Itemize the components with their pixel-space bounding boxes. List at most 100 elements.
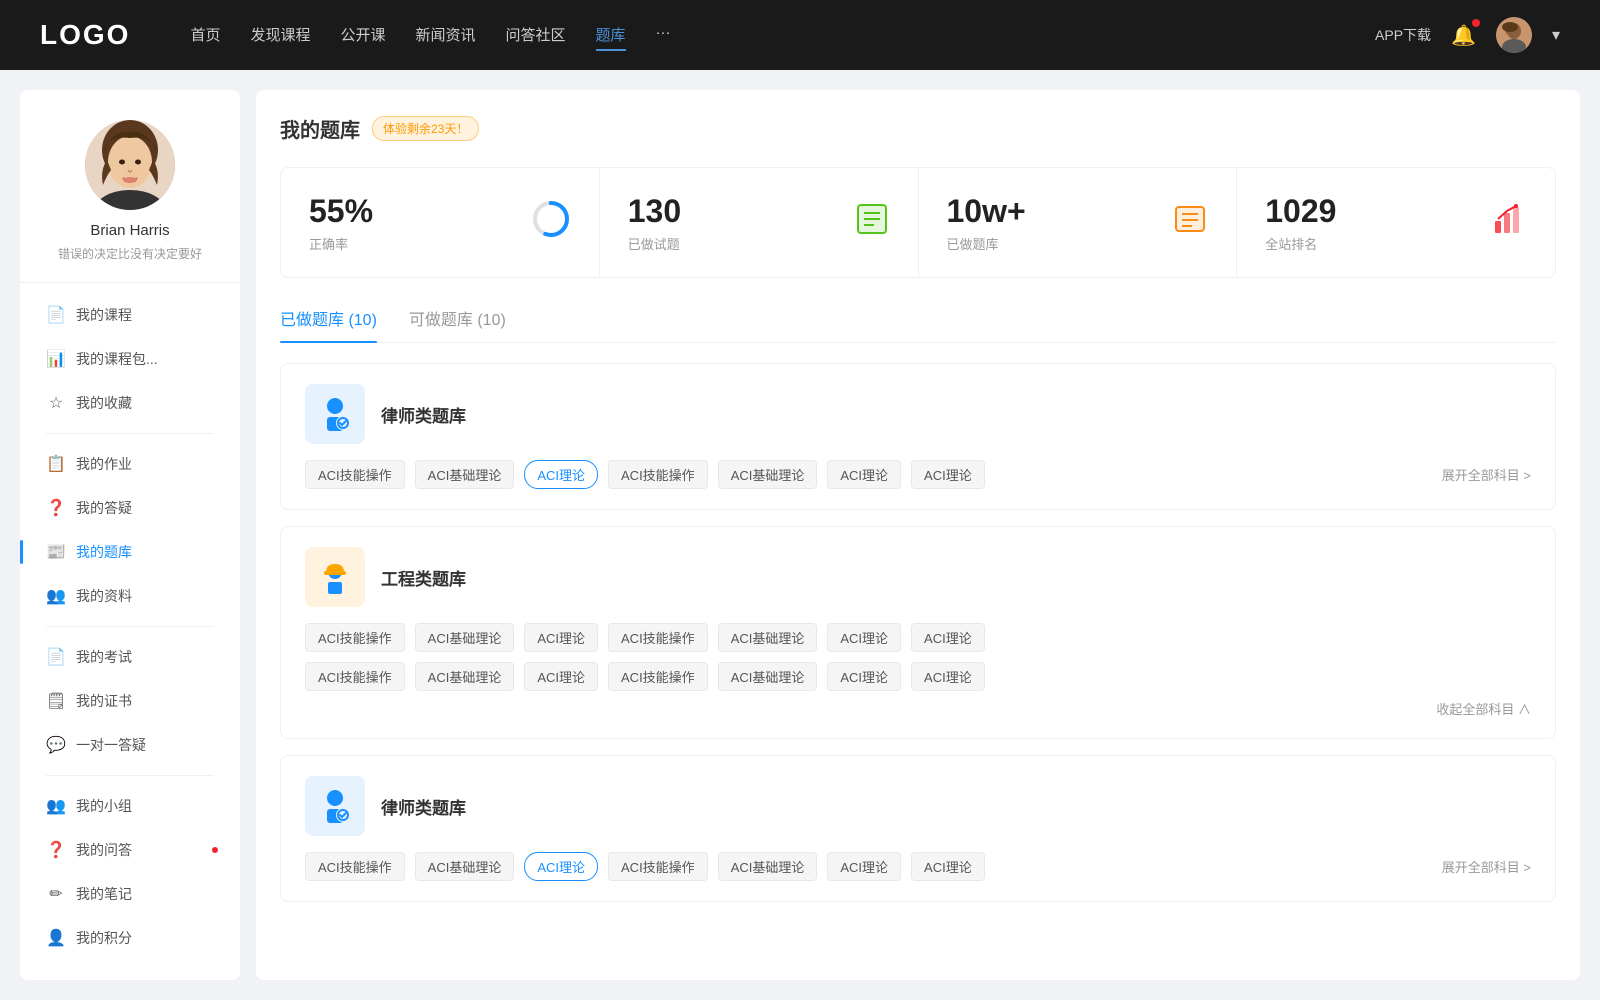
user-motto: 错误的决定比没有决定要好: [58, 245, 202, 262]
bank-header-engineer-1: 工程类题库: [305, 547, 1531, 607]
user-avatar: [85, 120, 175, 210]
tag-eng1-2[interactable]: ACI理论: [524, 623, 598, 652]
nav-news[interactable]: 新闻资讯: [416, 20, 476, 51]
tag-eng1-extra-2[interactable]: ACI理论: [524, 662, 598, 691]
bell-icon: 🔔: [1451, 25, 1476, 47]
sidebar-item-materials[interactable]: 👥 我的资料: [30, 574, 230, 618]
menu-divider-2: [46, 626, 214, 627]
engineer-icon-svg: [314, 556, 356, 598]
tag-lawyer2-5[interactable]: ACI理论: [827, 852, 901, 881]
bank-header-lawyer-2: 律师类题库: [305, 776, 1531, 836]
stat-site-rank: 1029 全站排名: [1237, 168, 1555, 277]
bank-name-lawyer-2: 律师类题库: [381, 794, 466, 819]
tag-lawyer1-1[interactable]: ACI基础理论: [415, 460, 515, 489]
sidebar-item-certificate[interactable]: 🗒 我的证书: [30, 679, 230, 723]
tag-eng1-4[interactable]: ACI基础理论: [718, 623, 818, 652]
tags-row-lawyer-2: ACI技能操作 ACI基础理论 ACI理论 ACI技能操作 ACI基础理论 AC…: [305, 852, 1531, 881]
sidebar-item-my-points[interactable]: 👤 我的积分: [30, 916, 230, 960]
collapse-link-engineer-1[interactable]: 收起全部科目 ∧: [305, 699, 1531, 718]
navbar: LOGO 首页 发现课程 公开课 新闻资讯 问答社区 题库 ··· APP下载 …: [0, 0, 1600, 70]
app-download-link[interactable]: APP下载: [1375, 25, 1431, 45]
expand-link-lawyer-1[interactable]: 展开全部科目 >: [1442, 465, 1531, 484]
user-avatar-nav[interactable]: [1496, 17, 1532, 53]
bank-item-engineer-1: 工程类题库 ACI技能操作 ACI基础理论 ACI理论 ACI技能操作 ACI基…: [280, 526, 1556, 739]
rank-chart-icon: [1491, 201, 1527, 244]
tag-lawyer2-3[interactable]: ACI技能操作: [608, 852, 708, 881]
menu-divider-1: [46, 433, 214, 434]
sidebar-item-one-on-one[interactable]: 💬 一对一答疑: [30, 723, 230, 767]
tag-eng1-6[interactable]: ACI理论: [911, 623, 985, 652]
page-title: 我的题库: [280, 114, 360, 143]
logo[interactable]: LOGO: [40, 19, 130, 51]
tag-lawyer1-5[interactable]: ACI理论: [827, 460, 901, 489]
tag-eng1-1[interactable]: ACI基础理论: [415, 623, 515, 652]
group-icon: 👥: [46, 796, 66, 816]
sidebar-item-question-bank[interactable]: 📰 我的题库: [30, 530, 230, 574]
tag-eng1-5[interactable]: ACI理论: [827, 623, 901, 652]
nav-question-bank[interactable]: 题库: [596, 20, 626, 51]
sidebar-item-my-group[interactable]: 👥 我的小组: [30, 784, 230, 828]
tag-eng1-extra-1[interactable]: ACI基础理论: [415, 662, 515, 691]
stat-done-questions-value: 130: [628, 192, 838, 230]
nav-discover[interactable]: 发现课程: [250, 20, 310, 51]
sidebar-item-exam[interactable]: 📄 我的考试: [30, 635, 230, 679]
qa-notification-dot: [212, 847, 218, 853]
tab-done-banks[interactable]: 已做题库 (10): [280, 306, 377, 342]
tag-lawyer2-6[interactable]: ACI理论: [911, 852, 985, 881]
question-bank-icon: 📰: [46, 542, 66, 562]
my-qa-icon: ❓: [46, 840, 66, 860]
banks-icon: [1172, 201, 1208, 244]
tag-lawyer2-2[interactable]: ACI理论: [524, 852, 598, 881]
sidebar-item-my-course[interactable]: 📄 我的课程: [30, 293, 230, 337]
tag-eng1-extra-6[interactable]: ACI理论: [911, 662, 985, 691]
tag-lawyer1-4[interactable]: ACI基础理论: [718, 460, 818, 489]
tag-lawyer1-3[interactable]: ACI技能操作: [608, 460, 708, 489]
tag-eng1-extra-3[interactable]: ACI技能操作: [608, 662, 708, 691]
tag-eng1-extra-4[interactable]: ACI基础理论: [718, 662, 818, 691]
materials-icon: 👥: [46, 586, 66, 606]
tag-lawyer2-0[interactable]: ACI技能操作: [305, 852, 405, 881]
tag-lawyer1-0[interactable]: ACI技能操作: [305, 460, 405, 489]
expand-link-lawyer-2[interactable]: 展开全部科目 >: [1442, 857, 1531, 876]
bank-item-lawyer-2: 律师类题库 ACI技能操作 ACI基础理论 ACI理论 ACI技能操作 ACI基…: [280, 755, 1556, 902]
notification-badge: [1472, 19, 1480, 27]
tags-row-engineer-1: ACI技能操作 ACI基础理论 ACI理论 ACI技能操作 ACI基础理论 AC…: [305, 623, 1531, 652]
nav-qa[interactable]: 问答社区: [506, 20, 566, 51]
user-dropdown-arrow[interactable]: ▾: [1552, 25, 1560, 45]
tag-eng1-extra-0[interactable]: ACI技能操作: [305, 662, 405, 691]
tag-lawyer2-4[interactable]: ACI基础理论: [718, 852, 818, 881]
stat-done-banks-value: 10w+: [947, 192, 1157, 230]
stat-accuracy: 55% 正确率: [281, 168, 599, 277]
nav-menu: 首页 发现课程 公开课 新闻资讯 问答社区 题库 ···: [190, 20, 1335, 51]
bank-name-lawyer-1: 律师类题库: [381, 402, 466, 427]
sidebar-item-homework[interactable]: 📋 我的作业: [30, 442, 230, 486]
tag-lawyer1-6[interactable]: ACI理论: [911, 460, 985, 489]
tag-lawyer2-1[interactable]: ACI基础理论: [415, 852, 515, 881]
tab-available-banks[interactable]: 可做题库 (10): [409, 306, 506, 342]
course-icon: 📄: [46, 305, 66, 325]
bank-name-engineer-1: 工程类题库: [381, 565, 466, 590]
main-content: 我的题库 体验剩余23天！ 55% 正确率 130: [256, 90, 1580, 980]
bell-button[interactable]: 🔔: [1451, 23, 1476, 48]
nav-home[interactable]: 首页: [190, 20, 220, 51]
tag-eng1-0[interactable]: ACI技能操作: [305, 623, 405, 652]
tag-eng1-3[interactable]: ACI技能操作: [608, 623, 708, 652]
sidebar-item-my-notes[interactable]: ✏ 我的笔记: [30, 872, 230, 916]
sidebar-item-course-package[interactable]: 📊 我的课程包...: [30, 337, 230, 381]
sidebar-menu: 📄 我的课程 📊 我的课程包... ☆ 我的收藏 📋 我的作业 ❓ 我的答疑 �: [20, 293, 240, 960]
profile-section: Brian Harris 错误的决定比没有决定要好: [20, 120, 240, 283]
sidebar-item-qa[interactable]: ❓ 我的答疑: [30, 486, 230, 530]
navbar-right: APP下载 🔔 ▾: [1375, 17, 1560, 53]
stat-done-banks-label: 已做题库: [947, 234, 1157, 253]
bank-header-lawyer-1: 律师类题库: [305, 384, 1531, 444]
stat-site-rank-value: 1029: [1265, 192, 1475, 230]
stat-site-rank-label: 全站排名: [1265, 234, 1475, 253]
stat-done-banks-info: 10w+ 已做题库: [947, 192, 1157, 253]
tag-eng1-extra-5[interactable]: ACI理论: [827, 662, 901, 691]
bank-icon-engineer-1: [305, 547, 365, 607]
sidebar-item-my-qa[interactable]: ❓ 我的问答: [30, 828, 230, 872]
tag-lawyer1-2[interactable]: ACI理论: [524, 460, 598, 489]
sidebar-item-favorites[interactable]: ☆ 我的收藏: [30, 381, 230, 425]
nav-open-course[interactable]: 公开课: [340, 20, 385, 51]
nav-more[interactable]: ···: [656, 20, 671, 51]
